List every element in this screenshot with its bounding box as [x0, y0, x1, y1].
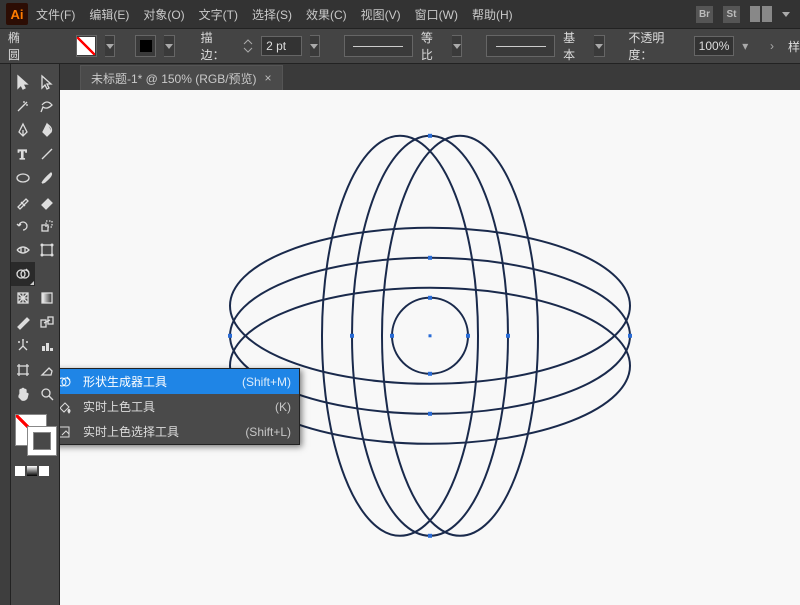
opacity-dropdown-icon[interactable]: ▾: [742, 39, 748, 53]
arrange-documents-icon[interactable]: [750, 6, 772, 22]
rotate-tool[interactable]: [11, 214, 35, 238]
fill-stroke-swatches[interactable]: [15, 414, 55, 458]
brush-preview[interactable]: [486, 35, 555, 57]
symbol-sprayer-tool[interactable]: [11, 334, 35, 358]
flyout-item-shortcut: (Shift+M): [242, 375, 291, 389]
menu-window[interactable]: 窗口(W): [415, 6, 458, 23]
flyout-item-live-paint-bucket[interactable]: 实时上色工具 (K): [60, 394, 299, 419]
menu-view[interactable]: 视图(V): [361, 6, 401, 23]
paintbrush-tool[interactable]: [35, 166, 59, 190]
selection-tool[interactable]: [11, 70, 35, 94]
shape-builder-icon: [60, 373, 73, 391]
stroke-swatch[interactable]: [135, 35, 156, 57]
document-tab-bar: 未标题-1* @ 150% (RGB/预览) ×: [60, 64, 800, 90]
width-profile-dropdown[interactable]: [452, 35, 463, 57]
stroke-color-swatch[interactable]: [27, 426, 57, 456]
gradient-tool[interactable]: [35, 286, 59, 310]
eyedropper-tool[interactable]: [11, 310, 35, 334]
black-stroke-icon: [140, 40, 152, 52]
brush-dropdown[interactable]: [594, 35, 605, 57]
direct-selection-tool[interactable]: [35, 70, 59, 94]
shaper-tool[interactable]: [11, 190, 35, 214]
flyout-item-shortcut: (K): [275, 400, 291, 414]
mesh-tool[interactable]: [11, 286, 35, 310]
free-transform-tool[interactable]: [35, 238, 59, 262]
style-label: 样: [788, 38, 800, 55]
width-profile-label: 等比: [421, 29, 444, 63]
color-mode-solid[interactable]: [15, 466, 25, 476]
menu-items: 文件(F) 编辑(E) 对象(O) 文字(T) 选择(S) 效果(C) 视图(V…: [36, 6, 513, 23]
svg-text:T: T: [18, 148, 27, 162]
tool-flyout-menu: 形状生成器工具 (Shift+M) 实时上色工具 (K) 实时上色选择工具 (S…: [60, 368, 300, 445]
shape-builder-tool[interactable]: [11, 262, 35, 286]
line-segment-tool[interactable]: [35, 142, 59, 166]
menu-type[interactable]: 文字(T): [199, 6, 238, 23]
stroke-step-up-icon[interactable]: [243, 38, 253, 46]
pen-tool[interactable]: [11, 118, 35, 142]
fill-swatch[interactable]: [76, 35, 97, 57]
canvas[interactable]: 形状生成器工具 (Shift+M) 实时上色工具 (K) 实时上色选择工具 (S…: [60, 90, 800, 605]
column-graph-tool[interactable]: [35, 334, 59, 358]
document-tab[interactable]: 未标题-1* @ 150% (RGB/预览) ×: [80, 65, 283, 90]
ellipse-tool[interactable]: [11, 166, 35, 190]
stock-button[interactable]: St: [723, 6, 740, 23]
close-tab-icon[interactable]: ×: [265, 71, 272, 85]
color-mode-buttons: [11, 466, 59, 476]
stroke-dropdown[interactable]: [164, 35, 175, 57]
menu-select[interactable]: 选择(S): [252, 6, 292, 23]
live-paint-select-icon: [60, 423, 73, 441]
fill-dropdown[interactable]: [105, 35, 116, 57]
hand-tool[interactable]: [11, 382, 35, 406]
menu-effect[interactable]: 效果(C): [306, 6, 347, 23]
tool-name-label: 椭圆: [8, 29, 31, 63]
opacity-input[interactable]: 100%: [694, 36, 734, 56]
flyout-item-label: 形状生成器工具: [83, 373, 232, 390]
flyout-item-shortcut: (Shift+L): [245, 425, 291, 439]
artboard-tool[interactable]: [11, 358, 35, 382]
menu-file[interactable]: 文件(F): [36, 6, 75, 23]
document-tab-title: 未标题-1* @ 150% (RGB/预览): [91, 70, 257, 87]
panel-dock-left[interactable]: [0, 64, 11, 605]
slice-tool[interactable]: [35, 358, 59, 382]
color-mode-gradient[interactable]: [27, 466, 37, 476]
eraser-tool[interactable]: [35, 190, 59, 214]
stroke-weight-label: 描边：: [201, 29, 236, 63]
flyout-item-shape-builder[interactable]: 形状生成器工具 (Shift+M): [60, 369, 299, 394]
stroke-step-down-icon[interactable]: [243, 46, 253, 54]
options-bar: 椭圆 描边： 2 pt 等比 基本 不透明度： 100% ▾ › 样: [0, 29, 800, 64]
toolbox: T: [11, 64, 60, 605]
flyout-item-label: 实时上色工具: [83, 398, 265, 415]
magic-wand-tool[interactable]: [11, 94, 35, 118]
no-fill-icon: [77, 37, 95, 55]
stroke-weight-dropdown[interactable]: [310, 35, 321, 57]
color-mode-none[interactable]: [39, 466, 49, 476]
opacity-label: 不透明度：: [628, 29, 685, 63]
curvature-tool[interactable]: [35, 118, 59, 142]
scale-tool[interactable]: [35, 214, 59, 238]
menu-bar: Ai 文件(F) 编辑(E) 对象(O) 文字(T) 选择(S) 效果(C) 视…: [0, 0, 800, 29]
artwork: [200, 115, 660, 555]
type-tool[interactable]: T: [11, 142, 35, 166]
bridge-button[interactable]: Br: [696, 6, 713, 23]
menu-help[interactable]: 帮助(H): [472, 6, 513, 23]
flyout-item-live-paint-selection[interactable]: 实时上色选择工具 (Shift+L): [60, 419, 299, 444]
zoom-tool[interactable]: [35, 382, 59, 406]
width-profile-preview[interactable]: [344, 35, 413, 57]
live-paint-bucket-icon: [60, 398, 73, 416]
options-more-icon[interactable]: ›: [770, 39, 774, 53]
lasso-tool[interactable]: [35, 94, 59, 118]
app-logo: Ai: [6, 3, 28, 25]
brush-label: 基本: [563, 29, 586, 63]
arrange-dropdown-icon[interactable]: [782, 12, 790, 17]
stroke-weight-input[interactable]: 2 pt: [261, 36, 301, 56]
menu-edit[interactable]: 编辑(E): [89, 6, 129, 23]
blend-tool[interactable]: [35, 310, 59, 334]
menu-object[interactable]: 对象(O): [143, 6, 184, 23]
flyout-item-label: 实时上色选择工具: [83, 423, 235, 440]
width-tool[interactable]: [11, 238, 35, 262]
